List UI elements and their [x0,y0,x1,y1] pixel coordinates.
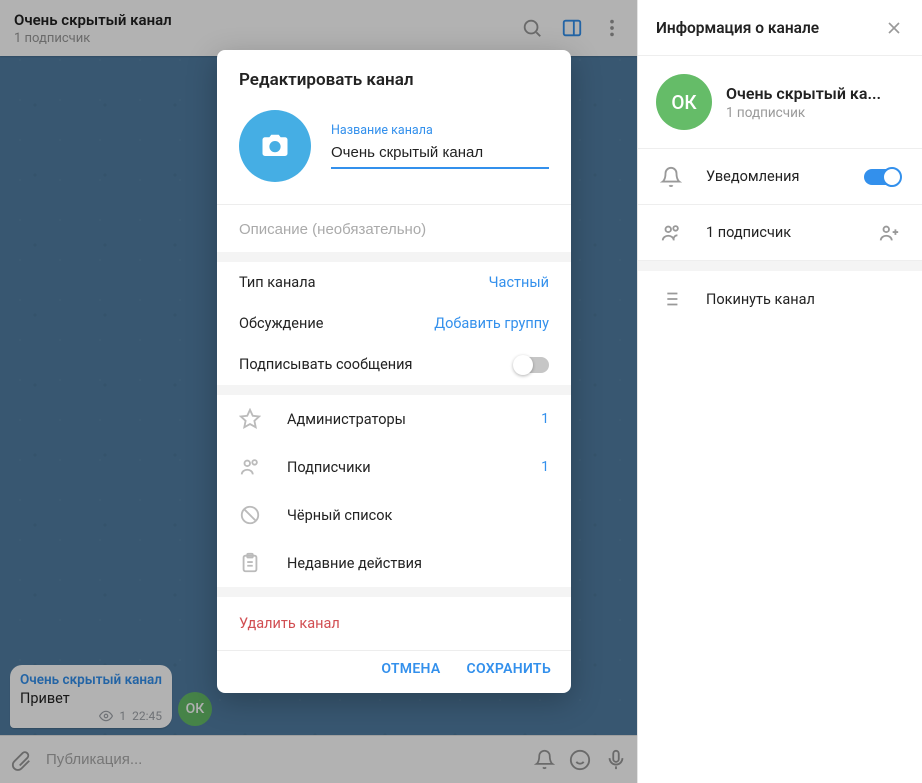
admins-row[interactable]: Администраторы 1 [217,395,571,443]
profile-row[interactable]: ОК Очень скрытый ка... 1 подписчик [638,56,922,149]
panel-title: Информация о канале [656,19,884,37]
subs-row[interactable]: Подписчики 1 [217,443,571,491]
cancel-button[interactable]: ОТМЕНА [381,661,440,677]
edit-channel-modal: Редактировать канал Название канала Тип … [217,50,571,693]
bell-icon [660,166,682,188]
save-button[interactable]: СОХРАНИТЬ [467,661,551,677]
channel-name-input[interactable] [331,140,549,169]
delete-channel-button[interactable]: Удалить канал [217,597,571,650]
description-input[interactable] [239,221,549,238]
subscribers-label: 1 подписчик [706,224,854,241]
notifications-label: Уведомления [706,168,840,185]
list-icon [660,288,682,310]
channel-sub: 1 подписчик [726,105,881,121]
members-icon [660,222,682,244]
leave-label: Покинуть канал [706,291,900,308]
modal-title: Редактировать канал [217,50,571,100]
subscribers-row[interactable]: 1 подписчик [638,205,922,261]
notifications-row[interactable]: Уведомления [638,149,922,205]
block-icon [239,504,261,526]
channel-name: Очень скрытый ка... [726,84,881,103]
sign-messages-toggle[interactable] [515,357,549,373]
notifications-toggle[interactable] [864,169,900,185]
clipboard-icon [239,552,261,574]
channel-type-row[interactable]: Тип канала Частный [217,262,571,303]
recent-actions-row[interactable]: Недавние действия [217,539,571,587]
name-field-label: Название канала [331,123,549,138]
discussion-row[interactable]: Обсуждение Добавить группу [217,303,571,344]
channel-photo-button[interactable] [239,110,311,182]
info-panel: Информация о канале ОК Очень скрытый ка.… [637,0,922,783]
blacklist-row[interactable]: Чёрный список [217,491,571,539]
channel-avatar: ОК [656,74,712,130]
star-icon [239,408,261,430]
members-icon [239,456,261,478]
sign-messages-row[interactable]: Подписывать сообщения [217,344,571,385]
close-icon[interactable] [884,18,904,38]
add-member-icon[interactable] [878,222,900,244]
leave-row[interactable]: Покинуть канал [638,271,922,327]
